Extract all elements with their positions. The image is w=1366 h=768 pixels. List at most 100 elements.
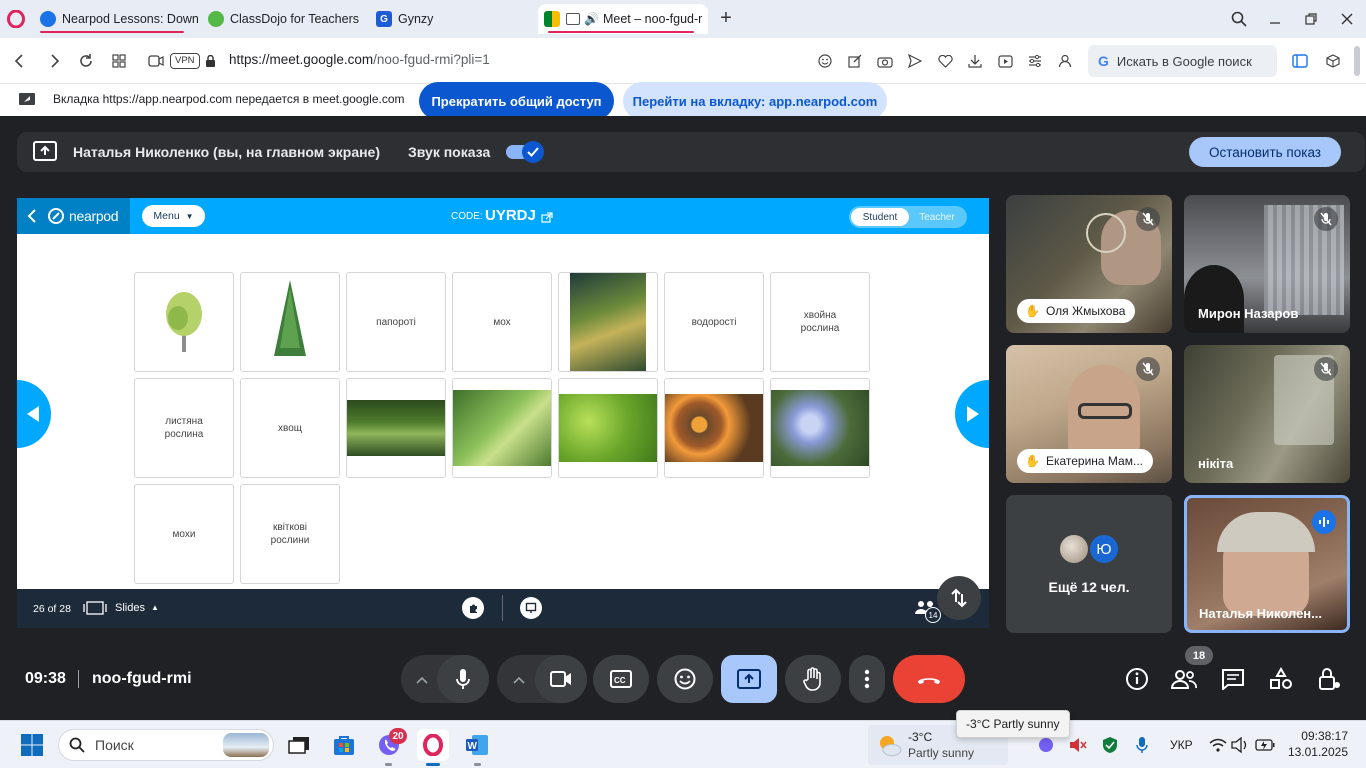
vpn-badge[interactable]: VPN (170, 53, 200, 69)
clock-time[interactable]: 09:38:17 (1288, 729, 1348, 743)
scrollbar[interactable] (1354, 46, 1360, 76)
easy-setup-icon[interactable] (1024, 50, 1046, 72)
participant-tile[interactable]: нікіта (1184, 345, 1350, 483)
video-options-chevron-icon[interactable] (512, 672, 526, 690)
opera-logo-icon[interactable] (6, 9, 26, 29)
image-card[interactable] (134, 272, 234, 372)
extensions-cube-icon[interactable] (1322, 50, 1344, 72)
end-call-button[interactable] (893, 655, 965, 703)
tab-meet[interactable]: 🔊 Meet – noo-fgud-r (538, 4, 708, 34)
store-icon[interactable] (328, 729, 360, 761)
sidebar-panel-icon[interactable] (1289, 50, 1311, 72)
meeting-info-icon[interactable] (1124, 666, 1150, 692)
restore-icon[interactable] (1300, 8, 1322, 30)
image-card[interactable] (664, 378, 764, 478)
minimize-icon[interactable] (1264, 8, 1286, 30)
tab-classdojo[interactable]: ClassDojo for Teachers (198, 4, 366, 34)
security-tray-icon[interactable] (1094, 729, 1126, 761)
slides-thumbnail-icon[interactable] (83, 601, 107, 620)
image-card[interactable] (558, 378, 658, 478)
tab-gynzy[interactable]: G Gynzy (366, 4, 536, 34)
slides-label[interactable]: Slides (115, 602, 145, 614)
present-screen-icon (33, 141, 57, 166)
participant-tile[interactable]: Мирон Назаров (1184, 195, 1350, 333)
sound-toggle[interactable] (506, 141, 544, 163)
raise-hand-button[interactable] (785, 655, 841, 703)
taskbar-search-box[interactable]: Поиск (58, 729, 274, 761)
speaker-icon[interactable]: 🔊 (584, 12, 599, 26)
forward-icon[interactable] (44, 50, 66, 72)
search-highlight-image (223, 733, 269, 757)
text-card[interactable]: хвощ (240, 378, 340, 478)
reactions-button[interactable] (657, 655, 713, 703)
speed-dial-icon[interactable] (108, 50, 130, 72)
whiteboard-icon[interactable] (520, 597, 542, 619)
text-card[interactable]: папороті (346, 272, 446, 372)
back-icon[interactable] (8, 50, 30, 72)
image-card[interactable] (770, 378, 870, 478)
presentation-bar: Наталья Николенко (вы, на главном экране… (17, 132, 1365, 172)
text-card[interactable]: водорості (664, 272, 764, 372)
new-tab-button[interactable]: + (716, 8, 736, 29)
people-icon[interactable] (1171, 666, 1197, 692)
url-field[interactable]: https://meet.google.com/noo-fgud-rmi?pli… (229, 52, 490, 67)
pip-icon[interactable] (566, 13, 580, 25)
emoji-icon[interactable] (814, 50, 836, 72)
text-card[interactable]: квіткові рослини (240, 484, 340, 584)
download-icon[interactable] (964, 50, 986, 72)
self-tile[interactable]: Наталья Николен... (1184, 495, 1350, 633)
stop-sharing-button[interactable]: Прекратить общий доступ (419, 82, 614, 120)
microphone-tray-icon[interactable] (1126, 729, 1158, 761)
stop-presenting-button[interactable]: Остановить показ (1189, 137, 1341, 167)
activity-icon[interactable] (462, 597, 484, 619)
name-chip: ✋ Екатерина Мам... (1017, 449, 1153, 473)
image-card[interactable] (452, 378, 552, 478)
chat-icon[interactable] (1220, 666, 1246, 692)
participant-tile[interactable]: ✋ Оля Жмыхова (1006, 195, 1172, 333)
birch-image (154, 288, 214, 357)
more-participants-tile[interactable]: Ю Ещё 12 чел. (1006, 495, 1172, 633)
text-card[interactable]: мох (452, 272, 552, 372)
host-controls-icon[interactable] (1316, 666, 1342, 692)
switch-to-tab-button[interactable]: Перейти на вкладку: app.nearpod.com (623, 82, 887, 120)
image-card[interactable] (346, 378, 446, 478)
battery-icon[interactable] (1249, 729, 1281, 761)
activities-icon[interactable] (1268, 666, 1294, 692)
tab-nearpod[interactable]: Nearpod Lessons: Downlo (30, 4, 198, 34)
students-count-badge: 14 (925, 607, 941, 623)
lock-icon[interactable] (199, 50, 221, 72)
edit-share-icon[interactable] (844, 50, 866, 72)
clock-date[interactable]: 13.01.2025 (1282, 745, 1348, 759)
heart-icon[interactable] (934, 50, 956, 72)
text-card[interactable]: листяна рослина (134, 378, 234, 478)
opera-icon[interactable] (417, 729, 449, 761)
reload-icon[interactable] (75, 50, 97, 72)
camera-permission-icon[interactable] (145, 50, 167, 72)
mic-button[interactable] (437, 655, 489, 703)
close-icon[interactable] (1336, 8, 1358, 30)
start-button-windows-icon[interactable] (16, 729, 48, 761)
participant-tile[interactable]: ✋ Екатерина Мам... (1006, 345, 1172, 483)
snapshot-icon[interactable] (874, 50, 896, 72)
image-card[interactable] (240, 272, 340, 372)
audio-options-chevron-icon[interactable] (415, 672, 429, 690)
chevron-up-icon[interactable]: ▲ (151, 603, 159, 612)
language-indicator[interactable]: УКР (1170, 738, 1193, 752)
text-card[interactable]: хвойна рослина (770, 272, 870, 372)
camera-button[interactable] (535, 655, 587, 703)
account-icon[interactable] (1054, 50, 1076, 72)
text-card[interactable]: мохи (134, 484, 234, 584)
word-icon[interactable]: W (461, 729, 493, 761)
video-frame (1184, 265, 1244, 333)
google-search-box[interactable]: G Искать в Google поиск (1088, 45, 1277, 77)
captions-button[interactable]: CC (593, 655, 649, 703)
video-popout-icon[interactable] (994, 50, 1016, 72)
raised-hand-icon: ✋ (1025, 304, 1040, 318)
swap-layout-button[interactable] (937, 576, 981, 620)
send-icon[interactable] (904, 50, 926, 72)
image-card[interactable] (558, 272, 658, 372)
more-options-button[interactable] (849, 655, 885, 703)
present-button[interactable] (721, 655, 777, 703)
task-view-icon[interactable] (283, 729, 315, 761)
search-tabs-icon[interactable] (1228, 8, 1250, 30)
